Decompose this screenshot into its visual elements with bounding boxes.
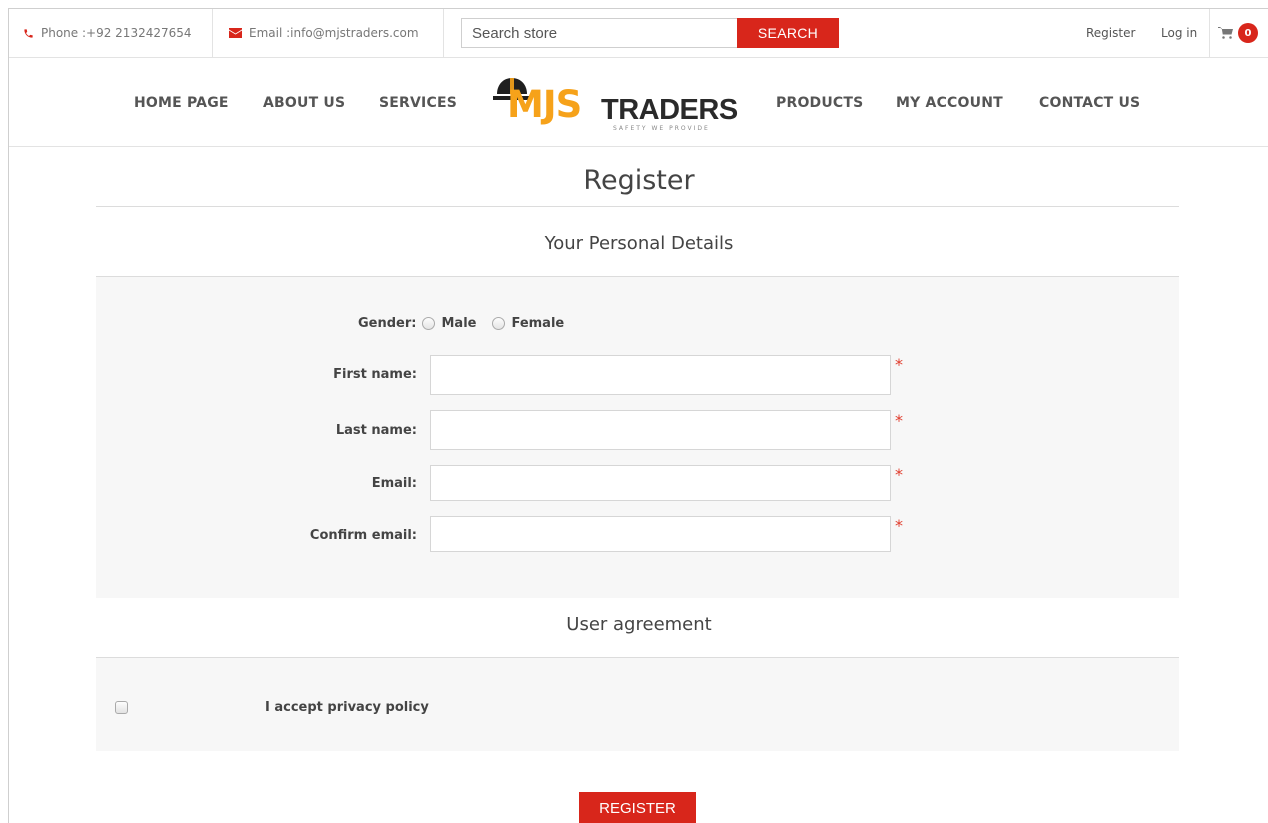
page-title: Register: [583, 165, 695, 196]
confirm-email-label: Confirm email:: [309, 528, 417, 543]
confirm-email-field[interactable]: [430, 516, 891, 552]
email-required-mark: *: [895, 465, 903, 484]
email-label: Email:: [371, 476, 417, 491]
gender-male-label[interactable]: Male: [441, 316, 476, 331]
personal-details-heading: Your Personal Details: [544, 233, 734, 254]
page-frame: Phone :+92 2132427654 Email :info@mjstra…: [8, 8, 1268, 823]
confirm-email-required-mark: *: [895, 516, 903, 535]
email-contact: Email :info@mjstraders.com: [213, 9, 444, 57]
cart-button[interactable]: 0: [1209, 9, 1268, 57]
gender-female-radio[interactable]: [492, 316, 506, 330]
first-name-label: First name:: [333, 367, 417, 382]
email-field[interactable]: [430, 465, 891, 501]
title-divider: [96, 206, 1179, 207]
nav-home-page[interactable]: HOME PAGE: [134, 58, 229, 147]
email-text[interactable]: Email :info@mjstraders.com: [249, 26, 419, 40]
search-button[interactable]: SEARCH: [737, 18, 839, 48]
nav-products[interactable]: PRODUCTS: [776, 58, 863, 147]
register-button[interactable]: REGISTER: [579, 792, 696, 823]
nav-contact-us[interactable]: CONTACT US: [1039, 58, 1140, 147]
nav-about-us[interactable]: ABOUT US: [263, 58, 345, 147]
gender-female-label[interactable]: Female: [511, 316, 564, 331]
top-bar: Phone :+92 2132427654 Email :info@mjstra…: [9, 9, 1268, 58]
cart-icon: [1218, 27, 1233, 39]
user-agreement-panel: [96, 658, 1179, 751]
last-name-label: Last name:: [335, 423, 417, 438]
site-logo[interactable]: MJS TRADERS SAFETY WE PROVIDE: [493, 72, 738, 134]
register-link[interactable]: Register: [1086, 9, 1135, 57]
logo-tagline: SAFETY WE PROVIDE: [613, 125, 710, 132]
first-name-field[interactable]: [430, 355, 891, 395]
gender-male-radio[interactable]: [422, 316, 436, 330]
login-link[interactable]: Log in: [1161, 9, 1197, 57]
user-agreement-heading: User agreement: [566, 614, 712, 635]
gender-label: Gender:: [358, 315, 417, 331]
cart-count-badge: 0: [1238, 23, 1258, 43]
nav-services[interactable]: SERVICES: [379, 58, 457, 147]
phone-icon: [24, 28, 33, 38]
logo-traders-text: TRADERS: [601, 94, 738, 126]
gender-row: Gender: Male Female: [358, 314, 564, 332]
last-name-field[interactable]: [430, 410, 891, 450]
nav-my-account[interactable]: MY ACCOUNT: [896, 58, 1003, 147]
phone-text: Phone :+92 2132427654: [41, 26, 192, 40]
privacy-policy-checkbox[interactable]: [115, 701, 128, 714]
last-name-required-mark: *: [895, 411, 903, 430]
first-name-required-mark: *: [895, 355, 903, 374]
envelope-icon: [229, 28, 242, 38]
main-nav: HOME PAGE ABOUT US SERVICES MJS TRADERS …: [9, 58, 1268, 147]
search-input[interactable]: [461, 18, 738, 48]
logo-mjs-text: MJS: [507, 83, 582, 126]
phone-contact: Phone :+92 2132427654: [9, 9, 213, 57]
privacy-policy-label[interactable]: I accept privacy policy: [265, 690, 429, 724]
